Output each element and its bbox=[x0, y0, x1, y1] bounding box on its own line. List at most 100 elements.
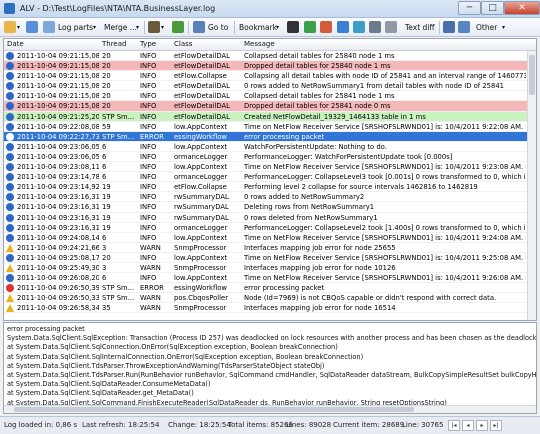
cell-thread: 20 bbox=[102, 82, 111, 91]
page-next-button[interactable]: ▸ bbox=[476, 420, 488, 431]
table-row[interactable]: 2011-10-04 09:26:50,395 STP Sm... ERROR ess… bbox=[4, 283, 536, 294]
table-row[interactable]: 2011-10-04 09:23:08,114 6 INFO low.AppConte… bbox=[4, 162, 536, 173]
info-icon bbox=[6, 213, 14, 222]
text-diff-button[interactable]: Text diff bbox=[405, 21, 435, 34]
info-icon bbox=[6, 92, 14, 101]
columns-icon[interactable] bbox=[148, 21, 160, 33]
table-row[interactable]: 2011-10-04 09:21:25,208 STP Sm... INFO etFl… bbox=[4, 111, 536, 122]
cell-thread: 20 bbox=[102, 52, 111, 60]
page-last-button[interactable]: ▸| bbox=[490, 420, 502, 431]
warning-icon bbox=[6, 304, 14, 313]
table-row[interactable]: 2011-10-04 09:26:50,333 STP Sm... WARN pos.… bbox=[4, 293, 536, 304]
log-grid[interactable]: Date Thread Type Class Message 2011-10-0… bbox=[3, 38, 537, 321]
status-loaded: Log loaded in: 0,86 s bbox=[4, 421, 78, 429]
column-header-type[interactable]: Type bbox=[140, 40, 156, 48]
cell-message: 0 rows added to NetRowSummary1 from deta… bbox=[244, 82, 504, 91]
chevron-down-icon[interactable]: ▾ bbox=[136, 21, 139, 34]
table-row[interactable]: 2011-10-04 09:23:16,317 19 INFO rwSummaryDA… bbox=[4, 213, 536, 223]
highlight-icon[interactable] bbox=[337, 21, 349, 33]
table-row[interactable]: 2011-10-04 09:23:14,926 19 INFO etFlow.Coll… bbox=[4, 182, 536, 193]
cell-thread: 19 bbox=[102, 183, 111, 192]
scrollbar-thumb[interactable] bbox=[14, 407, 414, 412]
table-row[interactable]: 2011-10-04 09:26:58,348 35 WARN SnmpProcess… bbox=[4, 303, 536, 314]
chevron-down-icon[interactable]: ▾ bbox=[502, 21, 505, 34]
list-icon[interactable] bbox=[385, 21, 397, 33]
info-icon bbox=[6, 183, 14, 192]
page-first-button[interactable]: |◂ bbox=[448, 420, 460, 431]
column-header-thread[interactable]: Thread bbox=[102, 40, 126, 48]
table-row[interactable]: 2011-10-04 09:21:15,083 20 INFO etFlowDetai… bbox=[4, 81, 536, 92]
log-parts-button[interactable]: Log parts bbox=[58, 21, 93, 34]
table-row[interactable]: 2011-10-04 09:21:15,083 20 INFO etFlowDetai… bbox=[4, 61, 536, 72]
column-header-message[interactable]: Message bbox=[244, 40, 275, 48]
cell-date: 2011-10-04 09:22:27,739 bbox=[17, 132, 99, 141]
close-button[interactable]: ✕ bbox=[504, 1, 540, 15]
minimize-button[interactable]: ─ bbox=[458, 1, 481, 15]
cell-type: INFO bbox=[140, 203, 157, 212]
cell-class: low.AppContext bbox=[174, 122, 228, 131]
info-icon bbox=[6, 112, 14, 121]
info-icon bbox=[6, 233, 14, 242]
column-header-class[interactable]: Class bbox=[174, 40, 192, 48]
table-row[interactable]: 2011-10-04 09:23:06,051 6 INFO ormanceLogge… bbox=[4, 152, 536, 163]
cell-message: Time on NetFlow Receiver Service [SRSHOF… bbox=[244, 233, 526, 242]
refresh-icon[interactable] bbox=[172, 21, 184, 33]
page-prev-button[interactable]: ◂ bbox=[462, 420, 474, 431]
split-icon[interactable] bbox=[458, 21, 470, 33]
cell-class: etFlowDetailDAL bbox=[174, 112, 230, 121]
table-row[interactable]: 2011-10-04 09:23:16,317 19 INFO rwSummaryDA… bbox=[4, 202, 536, 213]
info-icon bbox=[6, 62, 14, 71]
table-row[interactable]: 2011-10-04 09:23:06,051 6 INFO low.AppConte… bbox=[4, 142, 536, 152]
detail-line: at System.Data.SqlClient.SqlConnection.O… bbox=[7, 343, 338, 352]
cell-type: INFO bbox=[140, 173, 157, 182]
table-row[interactable]: 2011-10-04 09:25:49,301 3 WARN SnmpProcesso… bbox=[4, 263, 536, 274]
cell-class: low.AppContext bbox=[174, 142, 228, 151]
table-row[interactable]: 2011-10-04 09:21:15,083 20 INFO etFlowDetai… bbox=[4, 91, 536, 102]
scrollbar-thumb[interactable] bbox=[529, 55, 535, 95]
cell-thread: 3 bbox=[102, 263, 107, 272]
next-icon[interactable] bbox=[353, 21, 365, 33]
chevron-down-icon[interactable]: ▾ bbox=[17, 21, 20, 34]
vertical-scrollbar[interactable] bbox=[527, 51, 536, 320]
bookmark-button[interactable]: Bookmark bbox=[239, 21, 277, 34]
status-last-refresh: Last refresh: 18:25:54 bbox=[82, 421, 160, 429]
table-row[interactable]: 2011-10-04 09:21:15,083 20 INFO etFlow.Coll… bbox=[4, 71, 536, 82]
table-row[interactable]: 2011-10-04 09:25:08,176 20 INFO low.AppCont… bbox=[4, 253, 536, 263]
table-row[interactable]: 2011-10-04 09:26:08,208 6 INFO low.AppConte… bbox=[4, 273, 536, 284]
table-row[interactable]: 2011-10-04 09:22:27,739 STP Sm... ERROR ess… bbox=[4, 131, 536, 142]
table-row[interactable]: 2011-10-04 09:21:15,083 20 INFO etFlowDetai… bbox=[4, 101, 536, 112]
toolbar-separator bbox=[439, 21, 440, 34]
table-row[interactable]: 2011-10-04 09:23:16,317 19 INFO ormanceLogg… bbox=[4, 223, 536, 233]
horizontal-scrollbar[interactable] bbox=[4, 405, 536, 413]
window-title: ALV - D:\Test\LogFiles\NTA\NTA.BusinessL… bbox=[20, 4, 216, 13]
app-icon bbox=[4, 3, 15, 14]
chevron-down-icon[interactable]: ▾ bbox=[93, 21, 96, 34]
panel-icon[interactable] bbox=[443, 21, 455, 33]
other-button[interactable]: Other bbox=[476, 21, 497, 34]
cell-type: INFO bbox=[140, 112, 157, 121]
merge-button[interactable]: Merge ... bbox=[104, 21, 137, 34]
grid-icon[interactable] bbox=[369, 21, 381, 33]
cell-message: Interfaces mapping job error for node 16… bbox=[244, 304, 396, 313]
table-row[interactable]: 2011-10-04 09:24:21,661 3 WARN SnmpProcesso… bbox=[4, 243, 536, 253]
column-header-date[interactable]: Date bbox=[7, 40, 24, 48]
cell-class: rwSummaryDAL bbox=[174, 203, 229, 212]
cell-date: 2011-10-04 09:23:06,051 bbox=[17, 152, 99, 161]
goto-button[interactable]: Go to bbox=[208, 21, 228, 34]
filter-clear-icon[interactable] bbox=[320, 21, 332, 33]
binoculars-icon[interactable] bbox=[287, 21, 299, 33]
chevron-down-icon[interactable]: ▾ bbox=[161, 21, 164, 34]
table-row[interactable]: 2011-10-04 09:23:16,317 19 INFO rwSummaryDA… bbox=[4, 192, 536, 203]
maximize-button[interactable]: □ bbox=[481, 1, 504, 15]
cell-class: ormanceLogger bbox=[174, 173, 228, 182]
chevron-down-icon[interactable]: ▾ bbox=[276, 21, 279, 34]
table-row[interactable]: 2011-10-04 09:23:14,786 6 INFO ormanceLogge… bbox=[4, 172, 536, 183]
tree-icon[interactable] bbox=[26, 21, 38, 33]
folder-open-icon[interactable] bbox=[4, 21, 16, 33]
detail-pane[interactable]: error processing packet System.Data.SqlCl… bbox=[3, 322, 537, 414]
table-row[interactable]: 2011-10-04 09:24:08,145 6 INFO low.AppConte… bbox=[4, 233, 536, 243]
table-row[interactable]: 2011-10-04 09:21:15,083 20 INFO etFlowDetai… bbox=[4, 51, 536, 62]
filter-icon[interactable] bbox=[304, 21, 316, 33]
table-row[interactable]: 2011-10-04 09:22:08,083 59 INFO low.AppCont… bbox=[4, 122, 536, 132]
cell-thread: 19 bbox=[102, 213, 111, 222]
